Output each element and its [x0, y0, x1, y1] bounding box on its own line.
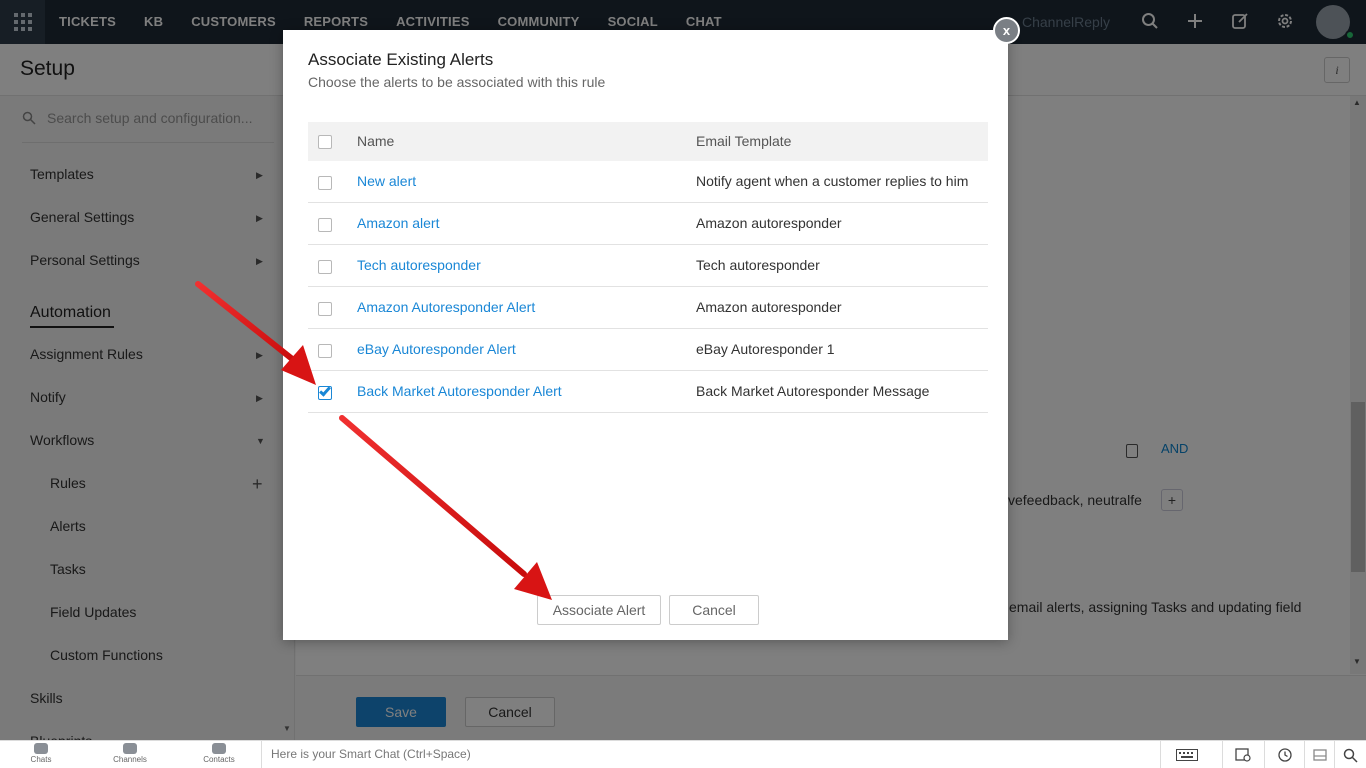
- clock-icon[interactable]: [1264, 741, 1304, 768]
- table-row[interactable]: Amazon alert Amazon autoresponder: [308, 203, 988, 245]
- row-checkbox[interactable]: [318, 302, 332, 316]
- associate-alerts-dialog: Associate Existing Alerts Choose the ale…: [283, 30, 1008, 640]
- checkmark-icon: [319, 384, 331, 397]
- divider: [261, 741, 262, 768]
- alerts-table: Name Email Template New alert Notify age…: [308, 122, 988, 413]
- table-row[interactable]: Amazon Autoresponder Alert Amazon autore…: [308, 287, 988, 329]
- search-icon[interactable]: [1334, 741, 1366, 768]
- bottom-bar: Chats Channels Contacts Here is your Sma…: [0, 740, 1366, 768]
- dialog-title: Associate Existing Alerts: [308, 50, 494, 69]
- table-row[interactable]: eBay Autoresponder Alert eBay Autorespon…: [308, 329, 988, 371]
- alert-name-link[interactable]: Amazon alert: [357, 215, 439, 231]
- dialog-cancel-button[interactable]: Cancel: [669, 595, 759, 625]
- row-checkbox[interactable]: [318, 260, 332, 274]
- alert-name-link[interactable]: Amazon Autoresponder Alert: [357, 299, 535, 315]
- bottom-tab-chats[interactable]: Chats: [11, 743, 71, 764]
- keyboard-icon[interactable]: [1160, 741, 1212, 768]
- column-header-email-template[interactable]: Email Template: [696, 133, 791, 149]
- bottom-tab-label: Channels: [113, 755, 147, 764]
- bottom-tab-channels[interactable]: Channels: [100, 743, 160, 764]
- close-icon[interactable]: x: [993, 17, 1020, 44]
- row-checkbox[interactable]: [318, 176, 332, 190]
- chat-bubble-icon: [34, 743, 48, 754]
- bottom-tab-label: Contacts: [203, 755, 235, 764]
- email-template-cell: Back Market Autoresponder Message: [696, 383, 930, 399]
- calendar-check-icon[interactable]: [1222, 741, 1262, 768]
- email-template-cell: Notify agent when a customer replies to …: [696, 173, 969, 189]
- select-all-checkbox[interactable]: [318, 135, 332, 149]
- associate-alert-button[interactable]: Associate Alert: [537, 595, 661, 625]
- dialog-subtitle: Choose the alerts to be associated with …: [308, 74, 606, 90]
- column-header-name[interactable]: Name: [357, 133, 394, 149]
- users-icon: [123, 743, 137, 754]
- row-checkbox[interactable]: [318, 344, 332, 358]
- table-row[interactable]: New alert Notify agent when a customer r…: [308, 161, 988, 203]
- bottom-tab-label: Chats: [30, 755, 52, 764]
- alert-name-link[interactable]: eBay Autoresponder Alert: [357, 341, 516, 357]
- alert-name-link[interactable]: New alert: [357, 173, 416, 189]
- email-template-cell: Amazon autoresponder: [696, 215, 842, 231]
- email-template-cell: eBay Autoresponder 1: [696, 341, 835, 357]
- row-checkbox[interactable]: [318, 218, 332, 232]
- bottom-tab-contacts[interactable]: Contacts: [189, 743, 249, 764]
- row-checkbox-checked[interactable]: [318, 384, 332, 400]
- alert-name-link[interactable]: Tech autoresponder: [357, 257, 481, 273]
- contact-icon: [212, 743, 226, 754]
- email-template-cell: Tech autoresponder: [696, 257, 820, 273]
- smart-chat-input[interactable]: Here is your Smart Chat (Ctrl+Space): [271, 747, 471, 761]
- table-row[interactable]: Tech autoresponder Tech autoresponder: [308, 245, 988, 287]
- table-row[interactable]: Back Market Autoresponder Alert Back Mar…: [308, 371, 988, 413]
- alert-name-link[interactable]: Back Market Autoresponder Alert: [357, 383, 562, 399]
- inbox-icon[interactable]: [1304, 741, 1334, 768]
- email-template-cell: Amazon autoresponder: [696, 299, 842, 315]
- table-header: Name Email Template: [308, 122, 988, 161]
